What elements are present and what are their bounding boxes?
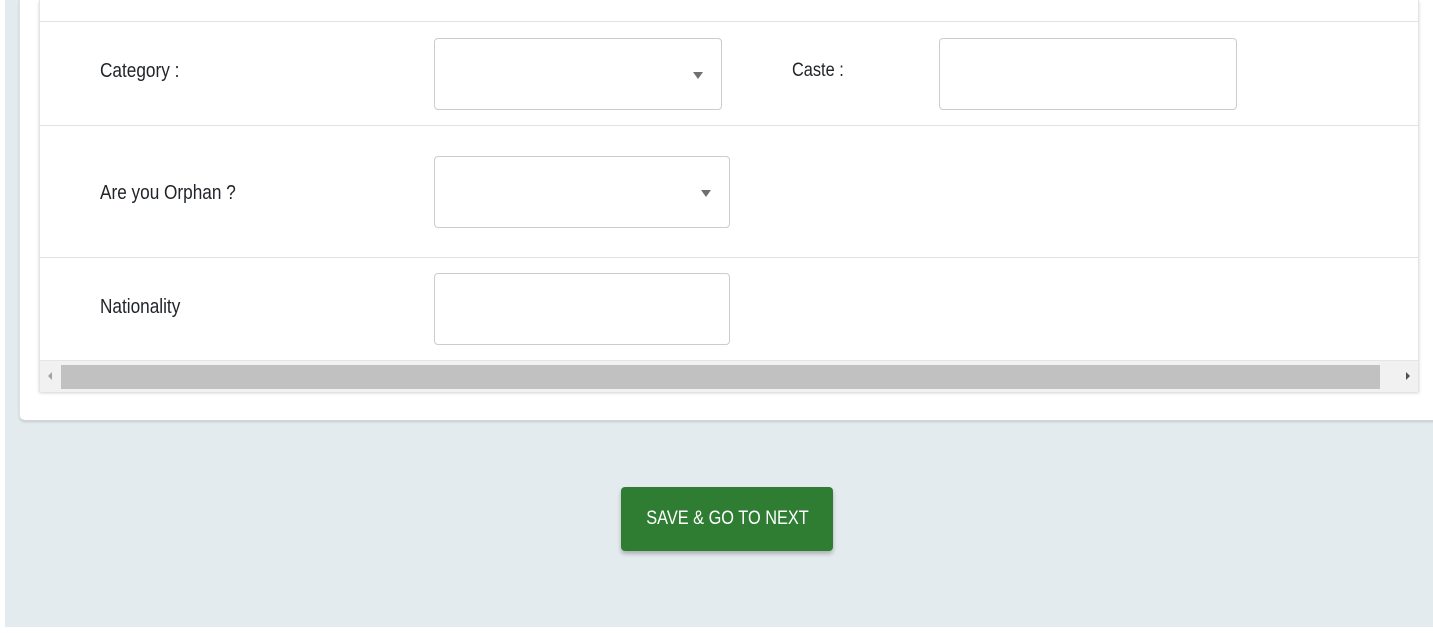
table-row-orphan: Are you Orphan ? — [40, 125, 1418, 257]
orphan-select[interactable] — [434, 156, 730, 228]
orphan-label: Are you Orphan ? — [100, 182, 236, 204]
form-card: Category : Caste : Are you Orphan ? Nati… — [19, 0, 1433, 421]
horizontal-scrollbar[interactable] — [40, 360, 1418, 392]
nationality-input[interactable] — [434, 273, 730, 345]
category-label: Category : — [100, 60, 180, 82]
save-and-next-button[interactable]: SAVE & GO TO NEXT — [621, 487, 833, 551]
form-table: Category : Caste : Are you Orphan ? Nati… — [39, 0, 1419, 392]
table-row-nationality: Nationality — [40, 257, 1418, 361]
table-row-category: Category : Caste : — [40, 21, 1418, 125]
scrollbar-thumb[interactable] — [61, 365, 1380, 389]
save-and-next-label: SAVE & GO TO NEXT — [645, 508, 809, 529]
category-select[interactable] — [434, 38, 722, 110]
nationality-label: Nationality — [100, 296, 181, 318]
scroll-right-arrow-icon[interactable] — [1406, 372, 1410, 380]
caste-input[interactable] — [939, 38, 1237, 110]
caste-label: Caste : — [792, 60, 844, 81]
page-background: Category : Caste : Are you Orphan ? Nati… — [5, 0, 1433, 627]
chevron-down-icon — [701, 190, 711, 197]
bottom-strip — [0, 627, 1433, 633]
chevron-down-icon — [693, 72, 703, 79]
scroll-left-arrow-icon[interactable] — [48, 372, 52, 380]
